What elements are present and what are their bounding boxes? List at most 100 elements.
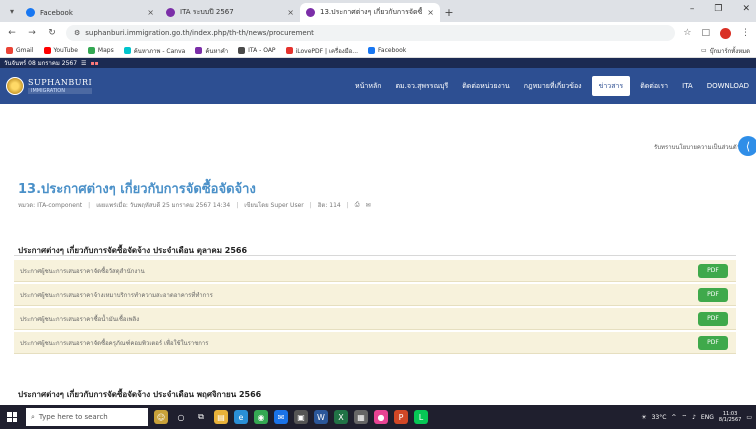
bookmark-label: Facebook [378,47,407,54]
tab-title: Facebook [40,8,73,17]
bookmark-ita-oap[interactable]: ITA - OAP [238,47,276,54]
print-icon[interactable]: ⎙ [355,201,360,209]
bookmark-search[interactable]: ค้นหาคำ [195,46,228,56]
extensions-icon[interactable]: □ [701,28,710,38]
list-item: ประกาศผู้ชนะการเสนอราคาซื้อน้ำมันเชื้อเพ… [14,308,736,330]
reload-icon[interactable]: ↻ [46,28,58,38]
bookmark-label: iLovePDF | เครื่องมือ... [295,47,359,55]
site-favicon-icon [166,8,175,17]
pdf-button[interactable]: PDF [698,287,728,302]
network-icon[interactable]: ⌔ [681,413,687,421]
bookmark-canva[interactable]: ค้นหาภาพ - Canva [123,46,186,56]
divider [14,255,736,256]
maps-icon [87,47,95,54]
minimize-button[interactable]: – [690,4,695,14]
nav-home[interactable]: หน้าหลัก [348,76,388,96]
close-tab-icon[interactable]: × [287,8,294,17]
browser-tab-procurement[interactable]: 13.ประกาศต่างๆ เกี่ยวกับการจัดซื้อ × [300,3,440,22]
logo-line-1: SUPHANBURI [28,78,93,87]
bookmark-label: Maps [97,47,114,54]
more-menu-icon[interactable]: ⋮ [741,28,750,38]
clock[interactable]: 11:03 8/1/2567 [719,411,741,423]
privacy-link[interactable]: รับทราบนโยบายความเป็นส่วนตัว [654,142,740,152]
chevron-up-icon[interactable]: ^ [671,414,676,421]
nav-news[interactable]: ข่าวสาร [591,76,631,96]
address-bar[interactable]: ⚙ suphanburi.immigration.go.th/index.php… [66,25,676,41]
email-icon[interactable]: ✉ [366,202,371,209]
gmail-icon [6,47,13,54]
new-tab-button[interactable]: + [440,3,458,21]
meta-separator: | [309,201,312,209]
app-icon[interactable]: ● [374,410,388,424]
site-logo[interactable]: SUPHANBURI IMMIGRATION [6,73,112,99]
site-info-icon[interactable]: ⚙ [74,29,80,37]
back-icon[interactable]: ← [6,28,18,38]
widget-icon[interactable]: ☺ [154,410,168,424]
main-nav: หน้าหลัก ตม.จว.สุพรรณบุรี ติดต่อหน่วยงาน… [348,68,756,104]
meta-published: เผยแพร่เมื่อ: วันพฤหัสบดี 25 มกราคม 2567… [96,202,231,209]
nav-laws[interactable]: กฎหมายที่เกี่ยวข้อง [517,76,589,96]
profile-avatar[interactable] [720,27,731,39]
lang-text[interactable]: ENG [701,414,714,421]
tab-search-icon[interactable]: ▾ [4,2,20,20]
mail-icon[interactable]: ✉ [274,410,288,424]
maximize-button[interactable]: ❐ [714,4,722,14]
browser-tab-facebook[interactable]: Facebook × [20,3,160,22]
all-bookmarks[interactable]: ▭ บุ๊กมาร์กทั้งหมด [701,46,750,56]
browser-tab-ita[interactable]: ITA ระบบปี 2567 × [160,3,300,22]
taskbar-search[interactable]: ⌕ Type here to search [26,408,148,426]
section-title-november: ประกาศต่างๆ เกี่ยวกับการจัดซื้อจัดจ้าง ป… [18,390,262,399]
pdf-button[interactable]: PDF [698,335,728,350]
pdf-button[interactable]: PDF [698,263,728,278]
cortana-icon[interactable]: ○ [174,410,188,424]
windows-taskbar: ⌕ Type here to search ☺ ○ ⧉ ▤ e ◉ ✉ ▣ W … [0,405,756,429]
chrome-icon[interactable]: ◉ [254,410,268,424]
pdf-button[interactable]: PDF [698,311,728,326]
bookmark-maps[interactable]: Maps [87,47,114,54]
close-tab-icon[interactable]: × [427,8,434,17]
bookmarks-bar: Gmail YouTube Maps ค้นหาภาพ - Canva ค้นห… [0,44,756,58]
powerpoint-icon[interactable]: P [394,410,408,424]
nav-contact-us[interactable]: ติดต่อเรา [633,76,675,96]
meta-separator: | [88,201,91,209]
windows-start-icon[interactable] [4,409,20,425]
facebook-favicon-icon [26,8,35,17]
folder-icon: ▭ [701,47,707,54]
site-date-bar: วันจันทร์ 08 มกราคม 2567 ☰ ▪▪ [0,58,756,68]
list-item-text: ประกาศผู้ชนะการเสนอราคาจัดซื้อวัสดุสำนัก… [20,267,145,275]
menu-icon[interactable]: ☰ [81,60,86,67]
nav-immigration-office[interactable]: ตม.จว.สุพรรณบุรี [389,76,456,96]
meta-author: เขียนโดย Super User [244,202,304,209]
facebook-icon [368,47,376,54]
bookmark-youtube[interactable]: YouTube [43,47,78,54]
edge-icon[interactable]: e [234,410,248,424]
bookmark-ilovepdf[interactable]: iLovePDF | เครื่องมือ... [285,46,359,56]
bookmark-label: ค้นหาภาพ - Canva [133,47,186,55]
site-favicon-icon [306,8,315,17]
weather-text[interactable]: 33°C [652,414,667,421]
close-tab-icon[interactable]: × [147,8,154,17]
notification-icon[interactable]: ▭ [746,414,752,421]
share-icon[interactable]: ⟨ [738,136,756,156]
calculator-icon[interactable]: ▦ [354,410,368,424]
store-icon[interactable]: ▣ [294,410,308,424]
weather-icon: ☀ [641,413,647,421]
file-explorer-icon[interactable]: ▤ [214,410,228,424]
excel-icon[interactable]: X [334,410,348,424]
nav-contact-agency[interactable]: ติดต่อหน่วยงาน [455,76,516,96]
site-header: SUPHANBURI IMMIGRATION หน้าหลัก ตม.จว.สุ… [0,68,756,104]
line-icon[interactable]: L [414,410,428,424]
list-item: ประกาศผู้ชนะการเสนอราคาจัดซื้อวัสดุสำนัก… [14,260,736,282]
nav-download[interactable]: DOWNLOAD [700,76,756,96]
nav-ita[interactable]: ITA [675,76,700,96]
youtube-icon [43,47,51,54]
bookmark-facebook[interactable]: Facebook [368,47,406,54]
close-window-button[interactable]: ✕ [742,4,750,14]
system-tray: ☀ 33°C ^ ⌔ ♪ ENG 11:03 8/1/2567 ▭ [641,411,752,423]
task-view-icon[interactable]: ⧉ [194,410,208,424]
bookmark-star-icon[interactable]: ☆ [683,28,691,38]
bookmark-gmail[interactable]: Gmail [6,47,34,54]
volume-icon[interactable]: ♪ [692,414,696,421]
word-icon[interactable]: W [314,410,328,424]
forward-icon[interactable]: → [26,28,38,38]
